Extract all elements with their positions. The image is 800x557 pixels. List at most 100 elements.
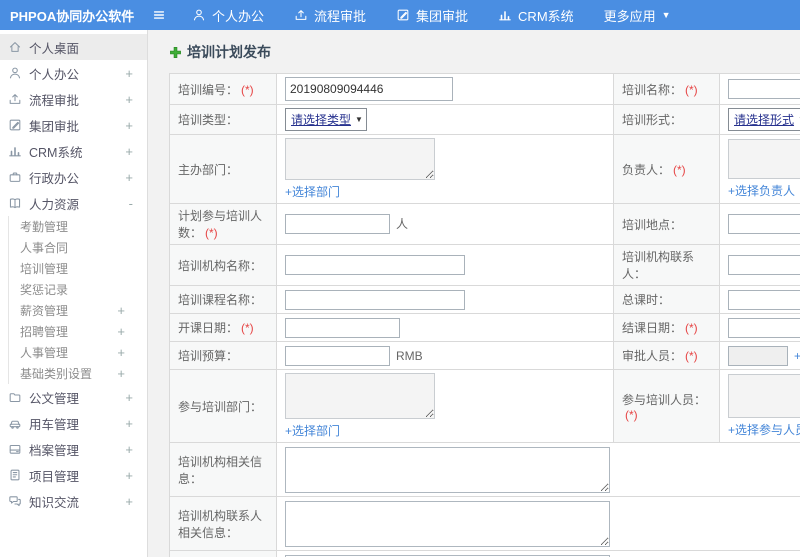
expand-indicator[interactable]: +: [125, 442, 133, 457]
expand-indicator[interactable]: +: [117, 303, 125, 318]
leader-textarea[interactable]: [728, 139, 800, 179]
collapse-indicator[interactable]: -: [129, 196, 133, 211]
field-cell: 请选择形式 ▼: [719, 104, 800, 135]
end-date-input[interactable]: [728, 317, 800, 338]
sidebar-subitem-base-category-settings[interactable]: 基础类别设置 +: [9, 363, 147, 384]
sidebar-subitem-label: 人事合同: [20, 241, 69, 255]
sidebar-item-personal-office[interactable]: 个人办公 +: [0, 60, 147, 86]
planned-participants-input[interactable]: [285, 214, 390, 234]
field-label-cell: 参与培训部门：: [169, 369, 277, 443]
field-label-cell: 总课时：: [613, 285, 720, 314]
expand-indicator[interactable]: +: [125, 468, 133, 483]
select-value: 请选择形式: [734, 113, 795, 127]
sidebar-item-group-approval[interactable]: 集团审批 +: [0, 112, 147, 138]
sidebar-item-crm-system[interactable]: CRM系统 +: [0, 138, 147, 164]
form-row: 培训要求：: [169, 550, 800, 557]
sidebar-subitem-training-management[interactable]: 培训管理: [9, 258, 147, 279]
course-name-input[interactable]: [285, 289, 465, 310]
expand-indicator[interactable]: +: [125, 66, 133, 81]
field-cell: +选择部门: [276, 369, 614, 443]
select-approver-link[interactable]: +选择审批人员: [794, 349, 800, 363]
field-cell: [719, 313, 800, 342]
nav-label: 个人办公: [212, 8, 265, 24]
expand-indicator[interactable]: +: [125, 170, 133, 185]
start-date-input[interactable]: [285, 317, 400, 338]
sidebar-item-vehicle-management[interactable]: 用车管理 +: [0, 410, 147, 436]
training-name-input[interactable]: [728, 79, 800, 99]
nav-label: 流程审批: [314, 8, 367, 24]
expand-indicator[interactable]: +: [125, 494, 133, 509]
institution-contact-info-textarea[interactable]: [285, 500, 610, 547]
field-cell: [276, 285, 614, 314]
menu-toggle-button[interactable]: [142, 8, 176, 22]
sidebar-item-personal-desktop[interactable]: 个人桌面: [0, 34, 147, 60]
sidebar-item-admin-office[interactable]: 行政办公 +: [0, 164, 147, 190]
field-label-cell: 主办部门：: [169, 134, 277, 204]
field-cell: [276, 442, 800, 497]
sidebar-subitem-salary-management[interactable]: 薪资管理 +: [9, 300, 147, 321]
sidebar-item-document-management[interactable]: 公文管理 +: [0, 384, 147, 410]
participating-departments-textarea[interactable]: [285, 373, 435, 419]
sidebar-subitem-attendance[interactable]: 考勤管理: [9, 216, 147, 237]
expand-indicator[interactable]: +: [117, 366, 125, 381]
nav-workflow-approval[interactable]: 流程审批: [294, 6, 366, 25]
budget-input[interactable]: [285, 345, 390, 366]
sidebar-subitem-recruitment[interactable]: 招聘管理 +: [9, 321, 147, 342]
sidebar-item-label: 项目管理: [29, 469, 80, 484]
expand-indicator[interactable]: +: [125, 92, 133, 107]
sidebar-subitem-hr-contract[interactable]: 人事合同: [9, 237, 147, 258]
host-department-textarea[interactable]: [285, 138, 435, 180]
sidebar-subitem-personnel-management[interactable]: 人事管理 +: [9, 342, 147, 363]
institution-info-textarea[interactable]: [285, 446, 610, 493]
training-location-input[interactable]: [728, 214, 800, 234]
select-department-link[interactable]: +选择部门: [285, 422, 340, 439]
car-icon: [8, 416, 22, 430]
select-department-link[interactable]: +选择部门: [285, 183, 340, 200]
institution-name-input[interactable]: [285, 255, 465, 275]
expand-indicator[interactable]: +: [125, 144, 133, 159]
select-leader-link[interactable]: +选择负责人: [728, 182, 795, 199]
training-form-select[interactable]: 请选择形式 ▼: [728, 108, 800, 131]
approver-box[interactable]: [728, 345, 788, 366]
field-label: 培训机构联系人：: [622, 250, 695, 281]
field-label-cell: 培训课程名称：: [169, 285, 277, 314]
field-cell: [719, 285, 800, 314]
sidebar-subitem-reward-punishment[interactable]: 奖惩记录: [9, 279, 147, 300]
select-participants-link[interactable]: +选择参与人员: [728, 421, 800, 438]
participants-textarea[interactable]: [728, 374, 800, 418]
expand-indicator[interactable]: +: [117, 324, 125, 339]
field-label: 计划参与培训人数：: [178, 209, 263, 240]
bar-chart-icon: [498, 8, 512, 22]
expand-indicator[interactable]: +: [125, 390, 133, 405]
nav-personal-office[interactable]: 个人办公: [192, 6, 264, 25]
sidebar-item-knowledge-exchange[interactable]: 知识交流 +: [0, 488, 147, 514]
training-type-select[interactable]: 请选择类型 ▼: [285, 108, 367, 131]
total-hours-input[interactable]: [728, 289, 800, 310]
required-marker: (*): [685, 321, 698, 335]
field-label-cell: 开课日期： (*): [169, 313, 277, 342]
sidebar-subitem-label: 考勤管理: [20, 220, 69, 234]
sidebar: 个人桌面 个人办公 + 流程审批 + 集团审批 + CRM系统 + 行政办公 +…: [0, 30, 148, 557]
nav-group-approval[interactable]: 集团审批: [396, 6, 468, 25]
expand-indicator[interactable]: +: [117, 345, 125, 360]
sidebar-item-project-management[interactable]: 项目管理 +: [0, 462, 147, 488]
edit-icon: [396, 8, 410, 22]
archive-icon: [8, 442, 22, 456]
training-id-input[interactable]: [285, 77, 453, 101]
field-cell: [276, 496, 800, 551]
institution-contact-input[interactable]: [728, 255, 800, 275]
nav-label: 更多应用: [603, 8, 656, 24]
app-logo: PHPOA协同办公软件: [10, 8, 135, 24]
field-cell: [719, 203, 800, 245]
expand-indicator[interactable]: +: [125, 416, 133, 431]
sidebar-item-archive-management[interactable]: 档案管理 +: [0, 436, 147, 462]
field-cell: [719, 73, 800, 105]
sidebar-item-human-resources[interactable]: 人力资源 -: [0, 190, 147, 216]
sidebar-item-workflow-approval[interactable]: 流程审批 +: [0, 86, 147, 112]
expand-indicator[interactable]: +: [125, 118, 133, 133]
nav-more-apps[interactable]: 更多应用 ▼: [604, 6, 671, 25]
field-label: 培训形式：: [622, 113, 683, 127]
nav-crm-system[interactable]: CRM系统: [498, 6, 574, 25]
field-label-cell: 培训地点：: [613, 203, 720, 245]
sidebar-subitem-label: 招聘管理: [20, 325, 69, 339]
